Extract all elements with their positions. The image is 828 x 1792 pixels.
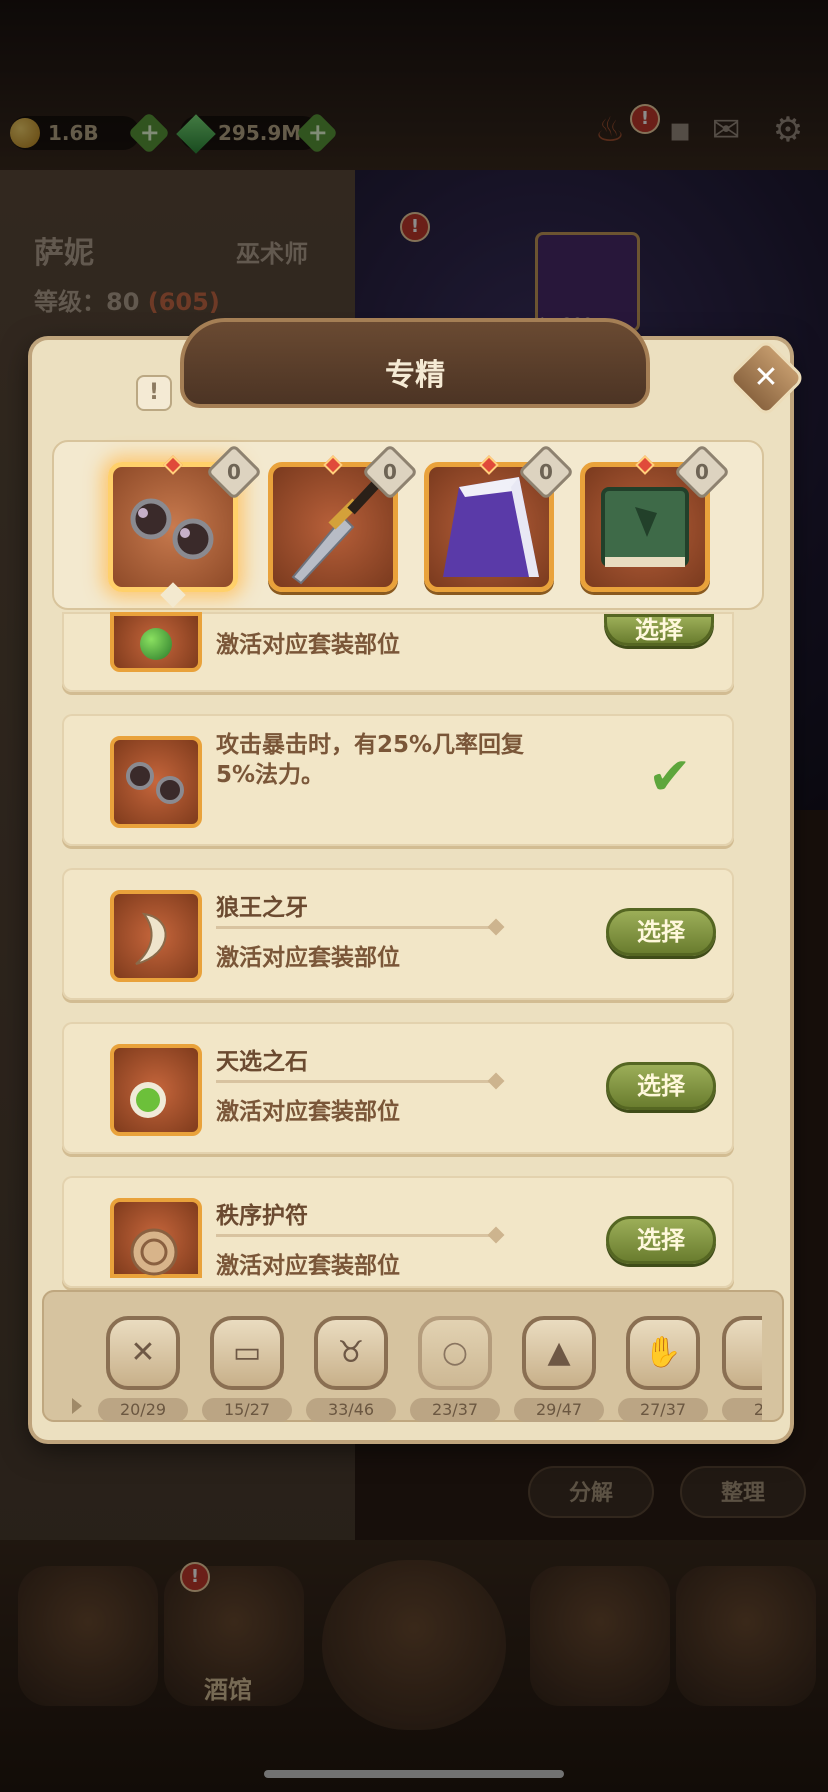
category-armor[interactable]: ♉ 33/46	[306, 1316, 396, 1422]
category-necklace[interactable]: ○ 23/37	[410, 1316, 500, 1422]
category-count: 23/37	[410, 1398, 500, 1422]
divider	[216, 1234, 496, 1237]
order-amulet-icon	[110, 1198, 202, 1278]
select-button[interactable]: 选择	[606, 908, 716, 956]
shield-icon: ✕	[106, 1316, 180, 1390]
category-count: 15/27	[202, 1398, 292, 1422]
list-item-desc: 激活对应套装部位	[216, 1253, 400, 1279]
list-item-desc: 攻击暴击时，有25%几率回复5%法力。	[216, 732, 525, 788]
modal-title: 专精	[385, 358, 445, 393]
list-item-title: 狼王之牙	[216, 895, 308, 921]
close-icon: ✕	[753, 360, 779, 395]
category-robe[interactable]: ▲ 29/47	[514, 1316, 604, 1422]
list-item-title: 秩序护符	[216, 1203, 308, 1229]
category-shield[interactable]: ✕ 20/29	[98, 1316, 188, 1422]
goggles-icon	[110, 736, 202, 828]
glove-icon: ✋	[626, 1316, 700, 1390]
category-count: 20/29	[98, 1398, 188, 1422]
robe-icon: ▲	[522, 1316, 596, 1390]
category-count: 33/46	[306, 1398, 396, 1422]
divider	[216, 1080, 496, 1083]
wolf-fang-icon	[110, 890, 202, 982]
category-next[interactable]: 2	[722, 1316, 762, 1422]
green-orb-icon	[110, 612, 202, 672]
necklace-icon: ○	[418, 1316, 492, 1390]
select-button[interactable]: 选择	[606, 1062, 716, 1110]
category-tome[interactable]: ▭ 15/27	[202, 1316, 292, 1422]
list-item-desc: 激活对应套装部位	[216, 632, 400, 658]
check-icon: ✔	[648, 747, 692, 807]
select-button[interactable]: 选择	[604, 614, 714, 646]
list-item-desc: 激活对应套装部位	[216, 1099, 400, 1125]
category-glove[interactable]: ✋ 27/37	[618, 1316, 708, 1422]
scroll-left-arrow[interactable]	[72, 1398, 82, 1414]
category-count: 2	[722, 1398, 762, 1422]
list-item-title: 天选之石	[216, 1049, 308, 1075]
info-button[interactable]: !	[136, 375, 172, 411]
select-button[interactable]: 选择	[606, 1216, 716, 1264]
goggles-icon	[130, 498, 214, 560]
divider	[216, 926, 496, 929]
tome-icon: ▭	[210, 1316, 284, 1390]
armor-icon: ♉	[314, 1316, 388, 1390]
category-count: 29/47	[514, 1398, 604, 1422]
chosen-stone-icon	[110, 1044, 202, 1136]
list-item-desc: 激活对应套装部位	[216, 945, 400, 971]
category-count: 27/37	[618, 1398, 708, 1422]
partial-icon	[722, 1316, 762, 1390]
